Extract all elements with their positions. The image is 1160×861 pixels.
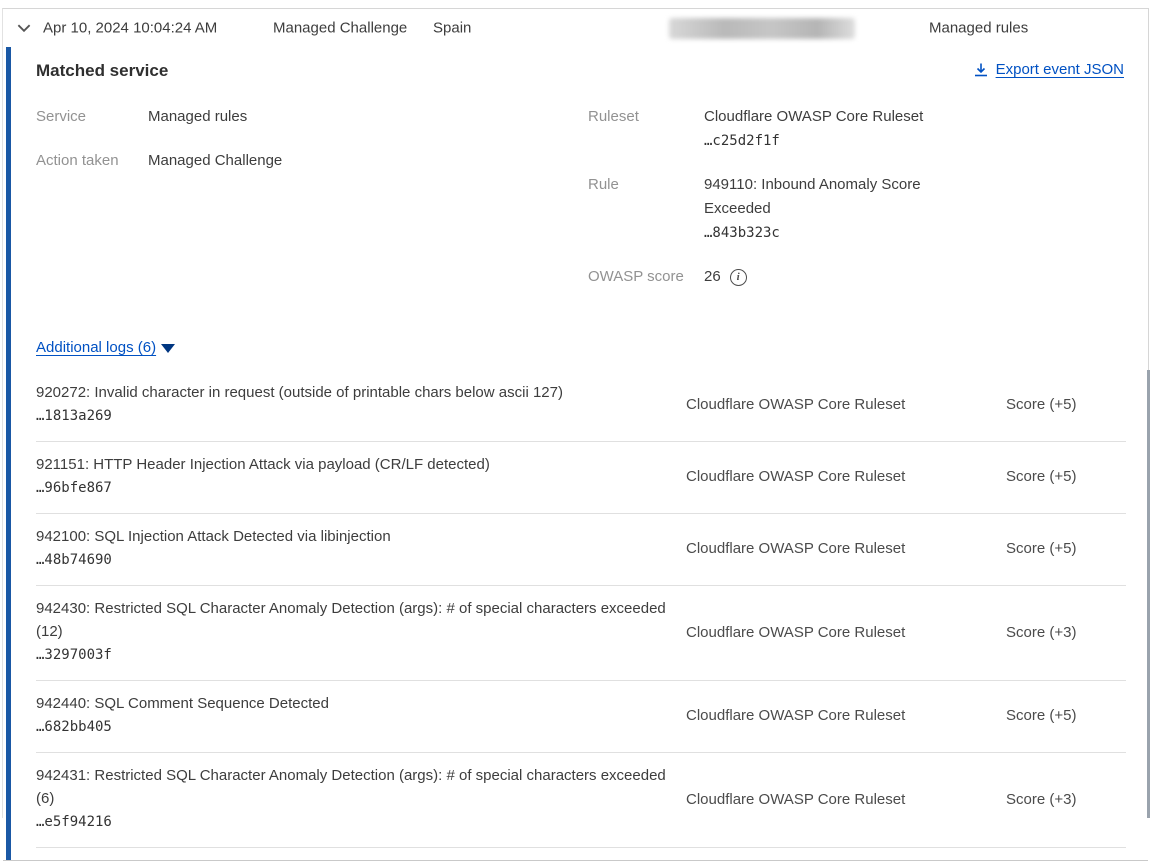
ruleset-field: Ruleset Cloudflare OWASP Core Ruleset …c… bbox=[588, 105, 1126, 153]
selected-row-accent-bar bbox=[6, 47, 11, 860]
rule-value: 949110: Inbound Anomaly Score Exceeded bbox=[704, 176, 921, 217]
panel-title: Matched service bbox=[36, 61, 168, 81]
log-row: 942100: SQL Injection Attack Detected vi… bbox=[36, 514, 1126, 586]
event-service: Managed rules bbox=[929, 20, 1028, 37]
event-detail-panel: Matched service Export event JSON Servic… bbox=[3, 47, 1148, 861]
redacted-host-value bbox=[669, 18, 855, 39]
log-ruleset: Cloudflare OWASP Core Ruleset bbox=[686, 707, 1006, 724]
log-rule-hash: …682bb405 bbox=[36, 716, 686, 739]
log-rule-title: 942430: Restricted SQL Character Anomaly… bbox=[36, 600, 666, 640]
log-rule-hash: …48b74690 bbox=[36, 549, 686, 572]
event-summary-row[interactable]: Apr 10, 2024 10:04:24 AM Managed Challen… bbox=[3, 9, 1148, 47]
log-rule-hash: …3297003f bbox=[36, 644, 686, 667]
service-label: Service bbox=[36, 105, 148, 129]
log-score: Score (+3) bbox=[1006, 791, 1126, 808]
log-row: 920272: Invalid character in request (ou… bbox=[36, 370, 1126, 442]
rule-label: Rule bbox=[588, 173, 704, 245]
export-event-json-link[interactable]: Export event JSON bbox=[973, 61, 1124, 78]
owasp-score-label: OWASP score bbox=[588, 265, 704, 289]
service-value: Managed rules bbox=[148, 105, 247, 129]
action-taken-field: Action taken Managed Challenge bbox=[36, 149, 588, 173]
log-score: Score (+5) bbox=[1006, 707, 1126, 724]
additional-logs-label: Additional logs (6) bbox=[36, 339, 156, 356]
owasp-score-value: 26 bbox=[704, 265, 721, 289]
log-score: Score (+5) bbox=[1006, 468, 1126, 485]
log-row: 942440: SQL Comment Sequence Detected …6… bbox=[36, 681, 1126, 753]
log-ruleset: Cloudflare OWASP Core Ruleset bbox=[686, 791, 1006, 808]
rule-field: Rule 949110: Inbound Anomaly Score Excee… bbox=[588, 173, 1126, 245]
info-icon[interactable]: i bbox=[730, 269, 747, 286]
log-ruleset: Cloudflare OWASP Core Ruleset bbox=[686, 540, 1006, 557]
ruleset-label: Ruleset bbox=[588, 105, 704, 153]
log-row: 921151: HTTP Header Injection Attack via… bbox=[36, 442, 1126, 514]
caret-down-icon bbox=[161, 344, 175, 353]
log-rule-hash: …e5f94216 bbox=[36, 811, 686, 834]
log-ruleset: Cloudflare OWASP Core Ruleset bbox=[686, 396, 1006, 413]
vertical-scrollbar-thumb[interactable] bbox=[1147, 370, 1150, 818]
service-field: Service Managed rules bbox=[36, 105, 588, 129]
log-rule-hash: …1813a269 bbox=[36, 405, 686, 428]
log-score: Score (+3) bbox=[1006, 624, 1126, 641]
rule-id-hash: …843b323c bbox=[704, 225, 780, 241]
matched-service-details: Service Managed rules Action taken Manag… bbox=[36, 105, 1126, 309]
action-taken-label: Action taken bbox=[36, 149, 148, 173]
ruleset-value: Cloudflare OWASP Core Ruleset bbox=[704, 108, 923, 125]
log-ruleset: Cloudflare OWASP Core Ruleset bbox=[686, 624, 1006, 641]
log-score: Score (+5) bbox=[1006, 540, 1126, 557]
chevron-down-icon[interactable] bbox=[15, 19, 33, 37]
log-score: Score (+5) bbox=[1006, 396, 1126, 413]
log-row: 942430: Restricted SQL Character Anomaly… bbox=[36, 586, 1126, 681]
log-rule-hash: …96bfe867 bbox=[36, 477, 686, 500]
download-icon bbox=[973, 62, 989, 78]
owasp-score-field: OWASP score 26 i bbox=[588, 265, 1126, 289]
export-link-label: Export event JSON bbox=[996, 61, 1124, 78]
log-rule-title: 920272: Invalid character in request (ou… bbox=[36, 384, 563, 401]
additional-logs-toggle[interactable]: Additional logs (6) bbox=[36, 339, 175, 356]
log-ruleset: Cloudflare OWASP Core Ruleset bbox=[686, 468, 1006, 485]
event-detail-container: Apr 10, 2024 10:04:24 AM Managed Challen… bbox=[2, 8, 1149, 818]
log-row: 942431: Restricted SQL Character Anomaly… bbox=[36, 753, 1126, 848]
log-rule-title: 921151: HTTP Header Injection Attack via… bbox=[36, 456, 490, 473]
additional-logs-table: 920272: Invalid character in request (ou… bbox=[36, 370, 1126, 848]
event-action: Managed Challenge bbox=[273, 20, 407, 37]
log-rule-title: 942431: Restricted SQL Character Anomaly… bbox=[36, 767, 666, 807]
ruleset-id-hash: …c25d2f1f bbox=[704, 133, 780, 149]
event-timestamp: Apr 10, 2024 10:04:24 AM bbox=[43, 20, 217, 37]
log-rule-title: 942440: SQL Comment Sequence Detected bbox=[36, 695, 329, 712]
log-rule-title: 942100: SQL Injection Attack Detected vi… bbox=[36, 528, 391, 545]
event-country: Spain bbox=[433, 20, 471, 37]
action-taken-value: Managed Challenge bbox=[148, 149, 282, 173]
